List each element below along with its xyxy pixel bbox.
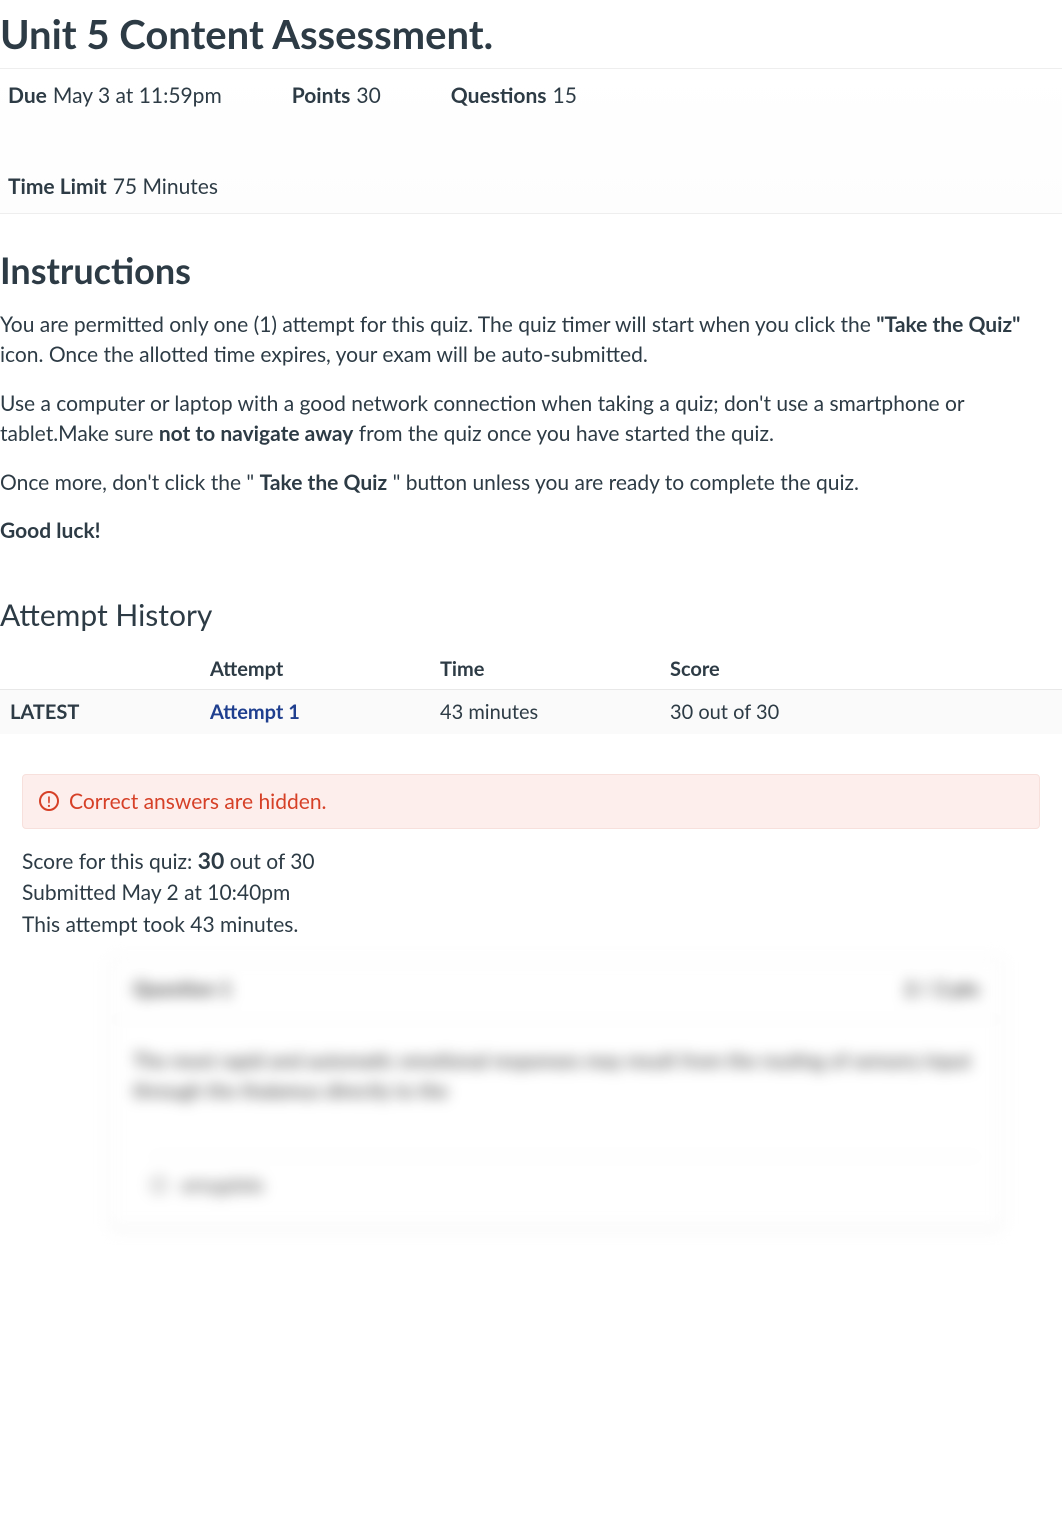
question-card-blurred: Question 1 2 / 2 pts The most rapid and … (110, 958, 1002, 1228)
attempt-history-heading: Attempt History (0, 597, 1062, 633)
question-answer-row: amygdala (151, 1156, 979, 1197)
question-text: The most rapid and automatic emotional r… (111, 1020, 1001, 1136)
attempt-score: 30 out of 30 (660, 689, 1062, 734)
attempt-col-score: Score (660, 649, 1062, 690)
quiz-meta-bar: DueMay 3 at 11:59pm Points30 Questions15… (0, 68, 1062, 214)
meta-points-value: 30 (356, 83, 380, 108)
meta-due: DueMay 3 at 11:59pm (8, 83, 222, 108)
attempt-history-table: Attempt Time Score LATEST Attempt 1 43 m… (0, 649, 1062, 734)
attempt-time: 43 minutes (430, 689, 660, 734)
table-row: LATEST Attempt 1 43 minutes 30 out of 30 (0, 689, 1062, 734)
instructions-p4: Good luck! (0, 516, 1062, 546)
summary-duration: This attempt took 43 minutes. (22, 909, 1040, 941)
attempt-col-time: Time (430, 649, 660, 690)
radio-icon (151, 1177, 167, 1193)
summary-score: Score for this quiz: 30 out of 30 (22, 843, 1040, 878)
question-number: Question 1 (133, 977, 232, 1001)
meta-questions-label: Questions (451, 83, 547, 108)
instructions-heading: Instructions (0, 248, 1062, 292)
attempt-col-flag (0, 649, 200, 690)
instructions-p3: Once more, don't click the " Take the Qu… (0, 468, 1062, 498)
meta-questions-value: 15 (553, 83, 577, 108)
instructions-p1: You are permitted only one (1) attempt f… (0, 310, 1062, 371)
meta-due-value: May 3 at 11:59pm (53, 83, 222, 108)
answers-hidden-alert: ! Correct answers are hidden. (22, 774, 1040, 829)
instructions-p2: Use a computer or laptop with a good net… (0, 389, 1062, 450)
answer-text: amygdala (181, 1173, 263, 1197)
alert-text: Correct answers are hidden. (69, 789, 327, 814)
page-title: Unit 5 Content Assessment. (0, 10, 1062, 58)
meta-time-limit-label: Time Limit (8, 174, 107, 199)
meta-questions: Questions15 (451, 83, 577, 108)
meta-points: Points30 (292, 83, 381, 108)
meta-points-label: Points (292, 83, 351, 108)
meta-time-limit-value: 75 Minutes (113, 174, 218, 199)
summary-submitted: Submitted May 2 at 10:40pm (22, 877, 1040, 909)
meta-time-limit: Time Limit75 Minutes (8, 174, 218, 199)
attempt-flag: LATEST (0, 689, 200, 734)
question-points: 2 / 2 pts (904, 977, 979, 1001)
attempt-col-attempt: Attempt (200, 649, 430, 690)
warning-icon: ! (39, 791, 59, 811)
meta-due-label: Due (8, 83, 47, 108)
attempt-summary: Score for this quiz: 30 out of 30 Submit… (22, 843, 1040, 941)
attempt-link[interactable]: Attempt 1 (210, 700, 300, 724)
instructions-body: You are permitted only one (1) attempt f… (0, 310, 1062, 547)
